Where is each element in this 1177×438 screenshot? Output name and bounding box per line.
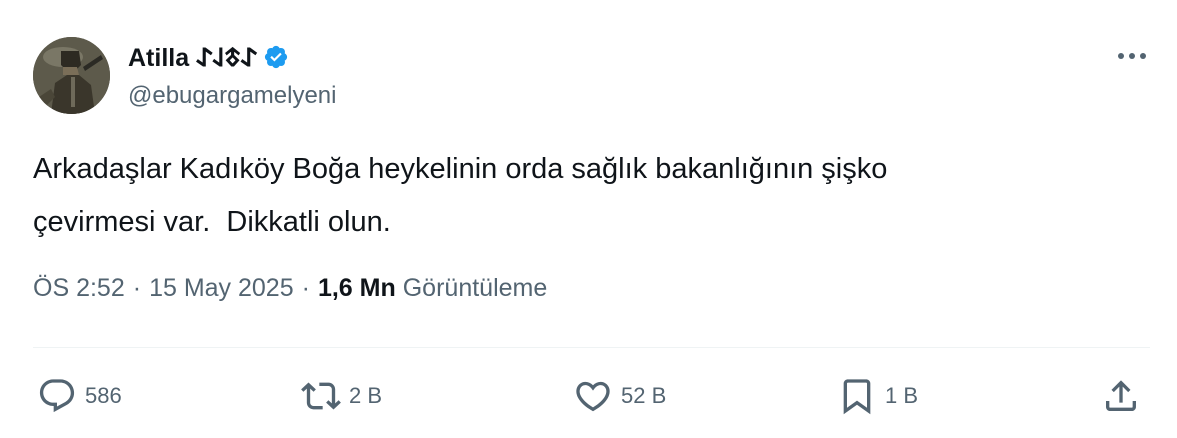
- like-button[interactable]: 52 B: [573, 370, 666, 422]
- share-button[interactable]: [1101, 370, 1141, 422]
- avatar-image: [33, 37, 110, 114]
- more-options-button[interactable]: [1112, 42, 1152, 70]
- bookmark-count: 1 B: [885, 383, 919, 408]
- tweet-time[interactable]: ÖS 2:52: [33, 274, 125, 303]
- author-name-row: Atilla 𐰀𐱃𐰞𐰀: [128, 40, 289, 74]
- tweet-meta: ÖS 2:52 · 15 May 2025 · 1,6 Mn Görüntüle…: [33, 274, 547, 303]
- divider: [33, 347, 1150, 348]
- bookmark-button[interactable]: 1 B: [837, 370, 918, 422]
- author-display-name[interactable]: Atilla 𐰀𐱃𐰞𐰀: [128, 40, 257, 74]
- views-label: Görüntüleme: [402, 274, 548, 302]
- reply-count: 586: [85, 383, 122, 408]
- tweet-text: Arkadaşlar Kadıköy Boğa heykelinin orda …: [33, 153, 888, 238]
- like-count: 52 B: [621, 383, 667, 408]
- reply-icon: [39, 379, 75, 413]
- views-count[interactable]: 1,6 Mn: [318, 274, 396, 303]
- reply-button[interactable]: 586: [37, 370, 122, 422]
- verified-badge-icon[interactable]: [263, 44, 289, 70]
- retweet-icon: [301, 382, 341, 410]
- retweet-button[interactable]: 2 B: [301, 370, 382, 422]
- meta-separator: ·: [132, 274, 142, 302]
- heart-icon: [576, 381, 610, 412]
- meta-separator: ·: [301, 274, 310, 302]
- author-handle[interactable]: @ebugargamelyeni: [128, 82, 337, 110]
- share-icon: [1106, 380, 1136, 411]
- action-bar: 586 2 B 52 B 1 B: [33, 370, 1150, 422]
- avatar[interactable]: [33, 37, 110, 114]
- tweet-date[interactable]: 15 May 2025: [149, 274, 294, 303]
- retweet-count: 2 B: [349, 383, 383, 408]
- bookmark-icon: [843, 379, 871, 415]
- more-dots-icon: [1118, 53, 1146, 59]
